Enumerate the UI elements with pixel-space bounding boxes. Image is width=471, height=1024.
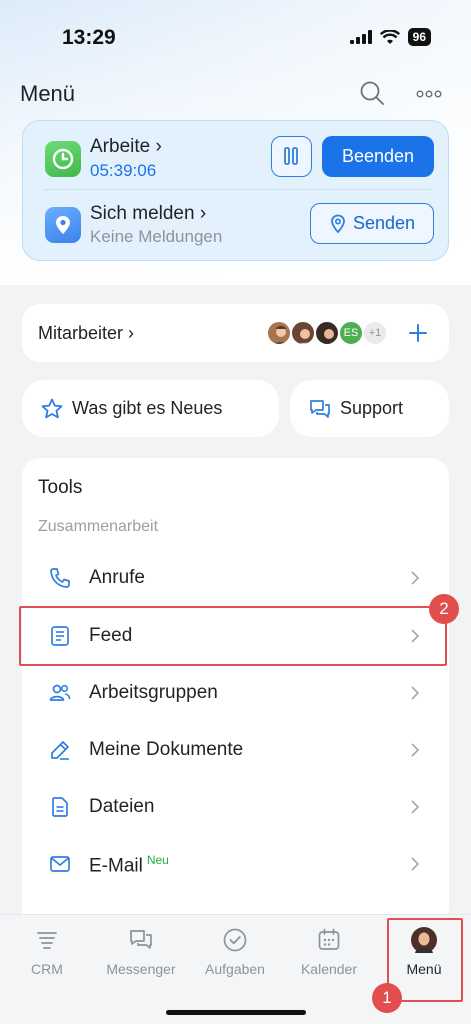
- avatar: [290, 320, 316, 346]
- report-link[interactable]: Sich melden ›: [90, 203, 206, 225]
- status-icons: 96: [349, 28, 431, 46]
- pause-icon: [284, 147, 298, 165]
- tools-card: Tools Zusammenarbeit Anrufe Feed Arbeits…: [22, 458, 449, 928]
- location-icon: [331, 214, 345, 233]
- chevron-right-icon: [411, 743, 420, 757]
- battery-indicator: 96: [407, 28, 431, 46]
- divider: [43, 189, 432, 190]
- wifi-icon: [379, 29, 400, 44]
- page-title: Menü: [20, 81, 76, 106]
- messenger-icon: [130, 930, 152, 949]
- location-pin-icon: [45, 207, 81, 243]
- support-button[interactable]: Support: [290, 380, 449, 437]
- add-staff-icon[interactable]: [405, 320, 431, 346]
- support-label: Support: [340, 398, 404, 418]
- work-status-link[interactable]: Arbeite ›: [90, 136, 162, 158]
- header: Menü: [0, 75, 471, 115]
- chevron-right-icon: ›: [155, 136, 162, 157]
- tab-crm[interactable]: CRM: [2, 927, 92, 987]
- tab-label: CRM: [31, 961, 63, 977]
- search-icon[interactable]: [358, 79, 386, 107]
- chevron-right-icon: ›: [199, 203, 207, 224]
- tools-item-email[interactable]: E-Mail Neu: [22, 836, 449, 893]
- annotation-marker-2: 2: [429, 594, 459, 624]
- end-work-button[interactable]: Beenden: [322, 136, 434, 177]
- home-indicator: [166, 1010, 306, 1015]
- signal-icon: [349, 30, 372, 44]
- status-time: 13:29: [62, 26, 116, 49]
- tab-messenger[interactable]: Messenger: [96, 927, 186, 987]
- tab-calendar[interactable]: Kalender: [284, 927, 374, 987]
- work-time-card: Arbeite › 05:39:06 Beenden Sich melden ›…: [22, 120, 449, 261]
- report-title: Sich melden: [90, 203, 195, 224]
- avatar: [314, 320, 340, 346]
- tools-item-label: E-Mail Neu: [89, 853, 169, 877]
- tools-item-label: Dateien: [89, 796, 155, 817]
- phone-icon: [50, 568, 70, 588]
- send-label: Senden: [352, 213, 416, 233]
- tools-item-files[interactable]: Dateien: [22, 779, 449, 836]
- email-label: E-Mail: [89, 855, 143, 877]
- send-report-button[interactable]: Senden: [310, 203, 434, 244]
- news-label: Was gibt es Neues: [72, 398, 223, 418]
- feed-highlight-box: [19, 606, 447, 666]
- tools-item-label: Anrufe: [89, 567, 145, 588]
- tools-item-label: Meine Dokumente: [89, 739, 244, 760]
- star-icon: [41, 398, 63, 418]
- section-label: Zusammenarbeit: [38, 518, 159, 535]
- tab-label: Messenger: [106, 961, 176, 977]
- report-subtitle: Keine Meldungen: [90, 227, 223, 246]
- crm-icon: [37, 932, 57, 949]
- tools-item-documents[interactable]: Meine Dokumente: [22, 722, 449, 779]
- new-badge: Neu: [146, 853, 169, 867]
- tools-item-calls[interactable]: Anrufe: [22, 550, 449, 607]
- chevron-right-icon: [411, 686, 420, 700]
- groups-icon: [49, 684, 71, 701]
- more-options-icon[interactable]: [414, 79, 444, 107]
- tab-tasks[interactable]: Aufgaben: [190, 927, 280, 987]
- staff-label: Mitarbeiter ›: [38, 323, 134, 344]
- tools-item-label: Arbeitsgruppen: [89, 682, 218, 703]
- tab-label: Kalender: [300, 961, 358, 977]
- tools-item-workgroups[interactable]: Arbeitsgruppen: [22, 665, 449, 722]
- avatar-initials: ES: [338, 320, 364, 346]
- tasks-icon: [223, 928, 247, 952]
- work-status-title: Arbeite: [90, 136, 151, 157]
- work-timer: 05:39:06: [90, 161, 157, 180]
- chevron-right-icon: ›: [128, 323, 135, 343]
- annotation-marker-1: 1: [372, 983, 402, 1013]
- clock-icon: [45, 141, 81, 177]
- pen-icon: [51, 741, 69, 760]
- chevron-right-icon: [411, 857, 420, 871]
- chevron-right-icon: [411, 800, 420, 814]
- file-icon: [52, 797, 68, 817]
- calendar-icon: [318, 928, 340, 950]
- avatar: [266, 320, 292, 346]
- pause-button[interactable]: [271, 136, 312, 177]
- mail-icon: [50, 856, 70, 872]
- status-bar: 13:29 96: [0, 0, 471, 75]
- more-count-badge: +1: [362, 320, 388, 346]
- chat-bubbles-icon: [310, 399, 330, 418]
- tab-label: Aufgaben: [205, 961, 265, 977]
- chevron-right-icon: [411, 571, 420, 585]
- staff-card[interactable]: Mitarbeiter › ES +1: [22, 304, 449, 362]
- news-button[interactable]: Was gibt es Neues: [22, 380, 279, 437]
- tools-title: Tools: [38, 477, 83, 498]
- staff-label-text: Mitarbeiter: [38, 323, 124, 343]
